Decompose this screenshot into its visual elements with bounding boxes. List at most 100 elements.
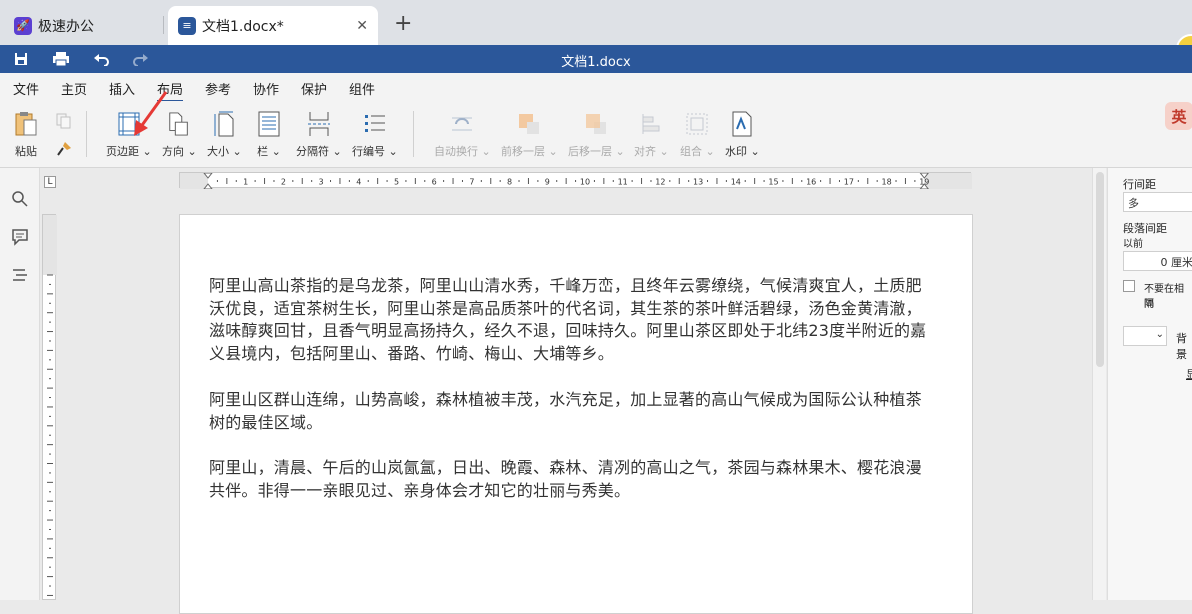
vertical-scrollbar[interactable] [1092, 168, 1106, 600]
annotation-arrow [134, 91, 168, 136]
chevron-down-icon: ⌄ [1155, 329, 1164, 340]
group-icon [685, 111, 709, 137]
close-tab-icon[interactable]: ✕ [356, 18, 368, 34]
menu-file[interactable]: 文件 [13, 79, 39, 98]
no-space-label-cont: 隔 [1144, 299, 1154, 310]
menu-references[interactable]: 参考 [205, 79, 231, 98]
paragraph-2[interactable]: 阿里山区群山连绵，山势高峻，森林植被丰茂，水汽充足，加上显著的高山气候成为国际公… [209, 389, 929, 434]
align-icon [639, 111, 663, 137]
tab-app[interactable]: 🚀 极速办公 [4, 6, 162, 45]
ruler-label: 10 [580, 178, 590, 187]
menu-bar: 文件 主页 插入 布局 参考 协作 保护 组件 [0, 73, 1192, 102]
menu-home[interactable]: 主页 [61, 79, 87, 98]
menu-protect[interactable]: 保护 [301, 79, 327, 98]
ruler-ticks: 1 2 3 4 5 6 7 8 9 10 11 12 13 14 15 16 17 18 19 [180, 172, 972, 190]
bring-forward-label: 前移一层 ⌄ [501, 145, 558, 158]
page-break-icon [307, 111, 331, 137]
breaks-button[interactable]: 分隔符 ⌄ [296, 111, 342, 159]
paste-label: 粘贴 [15, 145, 37, 158]
line-numbers-label: 行编号 ⌄ [352, 145, 398, 158]
format-painter-icon[interactable] [56, 141, 72, 157]
tab-divider [163, 16, 164, 34]
line-numbers-button[interactable]: 行编号 ⌄ [352, 111, 398, 159]
comment-icon[interactable] [11, 228, 29, 246]
ruler-label: 6 [432, 178, 437, 187]
ruler-label: 2 [281, 178, 286, 187]
spacing-before-label: 以前 [1123, 239, 1143, 250]
paragraph-settings-panel: 行间距 多 段落间距 以前 0 厘米 不要在相同 隔 ⌄ 背景 显 [1107, 168, 1192, 600]
show-more-link[interactable]: 显 [1186, 366, 1192, 382]
line-spacing-select[interactable]: 多 [1123, 192, 1192, 212]
ruler-label: 14 [731, 178, 741, 187]
navigation-icon[interactable] [11, 266, 29, 284]
menu-collaborate[interactable]: 协作 [253, 79, 279, 98]
group-label: 组合 ⌄ [680, 145, 715, 158]
horizontal-ruler[interactable]: 1 2 3 4 5 6 7 8 9 10 11 12 13 14 15 16 17 18 19 [179, 172, 972, 190]
ruler-label: 16 [806, 178, 816, 187]
bring-forward-button[interactable]: 前移一层 ⌄ [501, 111, 558, 159]
rocket-icon: 🚀 [14, 16, 32, 35]
tab-bar: 🚀 极速办公 ≡ 文档1.docx* ✕ + [0, 0, 1192, 45]
search-icon[interactable] [11, 190, 29, 208]
ruler-label: 15 [768, 178, 778, 187]
paragraph-1[interactable]: 阿里山高山茶指的是乌龙茶，阿里山山清水秀，千峰万峦，且终年云雾缭绕，气候清爽宜人… [209, 275, 929, 365]
columns-button[interactable]: 栏 ⌄ [257, 111, 281, 159]
watermark-button[interactable]: 水印 ⌄ [725, 111, 760, 159]
page-size-icon [212, 111, 236, 137]
line-spacing-label: 行间距 [1123, 178, 1156, 191]
ruler-label: 13 [693, 178, 703, 187]
watermark-icon [730, 111, 754, 137]
clipboard-icon [14, 111, 38, 137]
left-sidebar [0, 168, 40, 600]
ribbon-divider [86, 111, 87, 157]
no-space-checkbox[interactable] [1123, 280, 1135, 292]
ruler-label: 18 [882, 178, 892, 187]
group-button[interactable]: 组合 ⌄ [680, 111, 715, 159]
send-backward-button[interactable]: 后移一层 ⌄ [568, 111, 625, 159]
document-page[interactable]: 阿里山高山茶指的是乌龙茶，阿里山山清水秀，千峰万峦，且终年云雾缭绕，气候清爽宜人… [179, 214, 973, 614]
align-button[interactable]: 对齐 ⌄ [634, 111, 669, 159]
size-label: 大小 ⌄ [207, 145, 242, 158]
tab-app-label: 极速办公 [38, 18, 94, 35]
menu-plugins[interactable]: 组件 [349, 79, 375, 98]
wrap-text-icon [450, 111, 474, 137]
vertical-ruler[interactable] [42, 214, 57, 614]
ruler-label: 5 [394, 178, 399, 187]
size-button[interactable]: 大小 ⌄ [207, 111, 242, 159]
ruler-margin [43, 215, 57, 275]
copy-icon[interactable] [56, 113, 72, 129]
ruler-label: 11 [618, 178, 628, 187]
ruler-label: 3 [319, 178, 324, 187]
ruler-margin [180, 173, 208, 189]
align-label: 对齐 ⌄ [634, 145, 669, 158]
columns-icon [257, 111, 281, 137]
tab-document-label: 文档1.docx* [202, 18, 284, 35]
ruler-label: 7 [469, 178, 474, 187]
columns-label: 栏 ⌄ [257, 145, 281, 158]
watermark-label: 水印 ⌄ [725, 145, 760, 158]
ruler-label: 8 [507, 178, 512, 187]
paragraph-spacing-label: 段落间距 [1123, 222, 1167, 235]
bring-forward-icon [517, 111, 541, 137]
background-label: 背景 [1176, 332, 1187, 361]
window-title: 文档1.docx [561, 55, 631, 70]
orientation-label: 方向 ⌄ [162, 145, 197, 158]
tab-document[interactable]: ≡ 文档1.docx* ✕ [168, 6, 378, 45]
spacing-before-input[interactable]: 0 厘米 [1123, 251, 1192, 271]
send-backward-icon [584, 111, 608, 137]
paragraph-3[interactable]: 阿里山，清晨、午后的山岚氤氲，日出、晚霞、森林、清冽的高山之气，茶园与森林果木、… [209, 457, 929, 502]
margins-label: 页边距 ⌄ [106, 145, 152, 158]
scrollbar-thumb[interactable] [1096, 172, 1104, 367]
ribbon-toolbar: 粘贴 页边距 ⌄ 方向 ⌄ 大小 ⌄ 栏 ⌄ 分隔符 ⌄ 行编号 ⌄ 自动换行 … [0, 101, 1192, 168]
ruler-margin [924, 173, 972, 189]
paste-button[interactable]: 粘贴 [14, 111, 38, 159]
ime-indicator[interactable]: 英 [1165, 102, 1192, 130]
send-backward-label: 后移一层 ⌄ [568, 145, 625, 158]
tab-stop-selector[interactable]: L [44, 176, 56, 188]
document-icon: ≡ [178, 16, 196, 35]
background-color-picker[interactable]: ⌄ [1123, 326, 1167, 346]
ribbon-divider [413, 111, 414, 157]
ruler-label: 1 [243, 178, 248, 187]
new-tab-button[interactable]: + [394, 11, 412, 36]
wrap-text-button[interactable]: 自动换行 ⌄ [434, 111, 491, 159]
